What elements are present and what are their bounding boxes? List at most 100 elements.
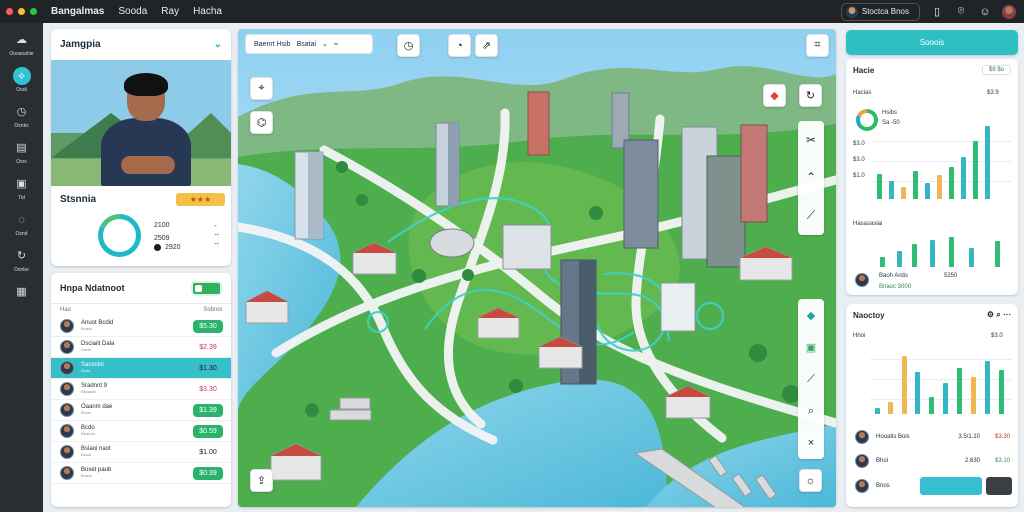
- refresh-icon[interactable]: ↻: [799, 84, 822, 107]
- person-subtitle: Basoi: [81, 452, 92, 457]
- city-map-panel[interactable]: Baenrt Hsib Bsatai ⌄ ⌁ ◷ ◔ ⇗ ⌖ ⌬ ◆ ↻ ⌗ ✂…: [238, 29, 836, 507]
- people-row[interactable]: Oaanm dae Bnosi $1.39: [51, 400, 231, 421]
- axis-label: $1.0: [853, 173, 865, 179]
- people-row[interactable]: Boxet paub Bnaoc $0.39: [51, 463, 231, 484]
- profile-card: Jamgpia ⌄ Stsnnia ★★★ 2100 2509 2920 - -…: [51, 29, 231, 266]
- menu-sooda[interactable]: Sooda: [118, 6, 147, 17]
- user-avatar-icon[interactable]: [1002, 4, 1016, 19]
- people-column-value: Sobnoi: [203, 307, 222, 313]
- sidebar-item-osnd[interactable]: ◌ Osnd: [2, 211, 41, 237]
- people-row[interactable]: Dsciaiit Dala Aanbi $2.39: [51, 337, 231, 358]
- tree: [305, 403, 319, 417]
- menu-bangalmas[interactable]: Bangalmas: [51, 6, 104, 17]
- filter-icon[interactable]: ⌄: [322, 40, 328, 48]
- menu-hacha[interactable]: Hacha: [193, 6, 222, 17]
- people-row[interactable]: Sacsnioi Bcdo $1.30: [51, 358, 231, 379]
- chart-bar: [985, 361, 990, 414]
- chart-bar: [930, 240, 935, 267]
- person-value: $1.00: [199, 448, 217, 456]
- map-green-icon[interactable]: ▣: [806, 341, 816, 354]
- person-name: Dsciaiit Dala Aanbi: [81, 341, 193, 353]
- stats-footer-name: Baoh Ardis: [879, 273, 909, 279]
- chevron-up-icon[interactable]: ⌃: [806, 170, 816, 184]
- smile-icon[interactable]: ☺: [978, 5, 992, 19]
- sidebar-item-tid[interactable]: ▣ Tid: [2, 175, 41, 201]
- people-list-toggle[interactable]: [191, 280, 222, 296]
- settings-icon[interactable]: ⚙: [987, 310, 994, 319]
- app-menu: Bangalmas Sooda Ray Hacha: [51, 6, 222, 17]
- pin-icon[interactable]: ⌾: [954, 5, 968, 19]
- menu-ray[interactable]: Ray: [161, 6, 179, 17]
- people-row[interactable]: Bcdo Rbaeon $0.59: [51, 421, 231, 442]
- isometric-city-map[interactable]: [238, 29, 836, 507]
- chart-bar: [888, 402, 893, 414]
- bottom-list-row[interactable]: Hooatis Bois 3.5/1.10 $3.30: [855, 428, 1010, 446]
- stats-footer-sub: Bnaoc 3000: [879, 284, 912, 290]
- people-row[interactable]: Anuot Bcdid Bnaoc $5.30: [51, 316, 231, 337]
- person-subtitle: Bnosi: [81, 410, 92, 415]
- share-icon[interactable]: ⇗: [475, 34, 498, 57]
- sidebar-label-osnbe: Osnbe: [14, 267, 29, 273]
- people-row[interactable]: Bsiaoi naot Basoi $1.00: [51, 442, 231, 463]
- drag-icon[interactable]: ⟋: [807, 208, 815, 223]
- person-name: Bsiaoi naot Basoi: [81, 446, 193, 458]
- grid-line: [871, 359, 1011, 360]
- layers-teal-icon[interactable]: ◆: [807, 309, 815, 322]
- sidebar-item-osnks[interactable]: ◷ Osnks: [2, 103, 41, 129]
- stats-card-top-badge[interactable]: $9 $o: [981, 65, 1011, 75]
- more-icon[interactable]: ⋯: [1003, 310, 1011, 319]
- avatar: [60, 424, 74, 438]
- secondary-bottom-button[interactable]: [986, 477, 1012, 495]
- profile-menu-button[interactable]: Stoctca Bnos: [840, 2, 920, 21]
- top-action-button[interactable]: Sooois: [846, 30, 1018, 55]
- stats-card-bottom-header: Naoctoy ⚙ ⌕ ⋯: [846, 304, 1018, 326]
- close-icon[interactable]: ×: [808, 437, 814, 449]
- chevron-down-icon[interactable]: ⌄: [214, 39, 222, 50]
- profile-progress-donut: [98, 214, 141, 257]
- chart-bar: [957, 368, 962, 414]
- sidebar-label-osrs: Osrs: [16, 159, 27, 165]
- compass-icon[interactable]: ◔: [448, 34, 471, 57]
- route-icon[interactable]: ⌬: [250, 111, 273, 134]
- bookmark-icon[interactable]: ▯: [930, 5, 944, 19]
- bottom-list-row[interactable]: Bhoi 2.630 $3.10: [855, 452, 1010, 470]
- stats-label: Hsibs: [882, 110, 898, 116]
- chart-bar: [969, 248, 974, 267]
- sidebar-item-oodi[interactable]: ⟡ Oodi: [2, 67, 41, 93]
- map-search-bar[interactable]: Baenrt Hsib Bsatai ⌄ ⌁: [245, 34, 373, 54]
- sidebar-label-oodi: Oodi: [16, 87, 27, 93]
- map-pin-icon[interactable]: ◆: [763, 84, 786, 107]
- sun-icon[interactable]: ☼: [799, 469, 822, 492]
- map-tool-column-top: ✂ ⌃ ⟋: [798, 121, 824, 235]
- sidebar-item-osrs[interactable]: ▤ Osrs: [2, 139, 41, 165]
- profile-card-header: Jamgpia ⌄: [51, 29, 231, 60]
- close-window-dot[interactable]: [6, 8, 13, 15]
- search-icon[interactable]: ⌕: [808, 405, 814, 418]
- target-icon[interactable]: ⌖: [250, 77, 273, 100]
- avatar: [60, 361, 74, 375]
- scissors-icon[interactable]: ✂: [806, 133, 816, 147]
- people-column-name: Hao: [60, 307, 72, 313]
- document-icon: ▤: [16, 141, 27, 154]
- search-icon[interactable]: ⌕: [996, 310, 1000, 319]
- people-row[interactable]: Sradnnt 9 Bibaadb $3.30: [51, 379, 231, 400]
- left-sidebar: ☁ Oosaoahie ⟡ Oodi ◷ Osnks ▤ Osrs ▣ Tid ◌ Osnd…: [0, 23, 43, 512]
- expand-icon[interactable]: ⌗: [806, 34, 829, 57]
- sidebar-item-osnbe[interactable]: ↻ Osnbe: [2, 247, 41, 273]
- share-map-icon[interactable]: ⇪: [250, 469, 273, 492]
- sidebar-item-oosaoahie[interactable]: ☁ Oosaoahie: [2, 31, 41, 57]
- layers-icon[interactable]: ⌁: [334, 40, 338, 48]
- chart-bar: [943, 383, 948, 414]
- sidebar-item-grid[interactable]: ▦: [2, 283, 41, 301]
- people-list-title: Hnpa Ndatnoot: [60, 283, 125, 293]
- profile-card-title: Jamgpia: [60, 39, 101, 50]
- primary-bottom-button[interactable]: [920, 477, 982, 495]
- stats-footer-avatar: [855, 273, 869, 287]
- clock-icon[interactable]: ◷: [397, 34, 420, 57]
- minimize-window-dot[interactable]: [18, 8, 25, 15]
- person-body: [101, 118, 191, 186]
- pen-icon[interactable]: ⟋: [807, 373, 815, 386]
- avatar: [855, 430, 869, 444]
- person-name: Boxet paub Bnaoc: [81, 467, 193, 479]
- maximize-window-dot[interactable]: [30, 8, 37, 15]
